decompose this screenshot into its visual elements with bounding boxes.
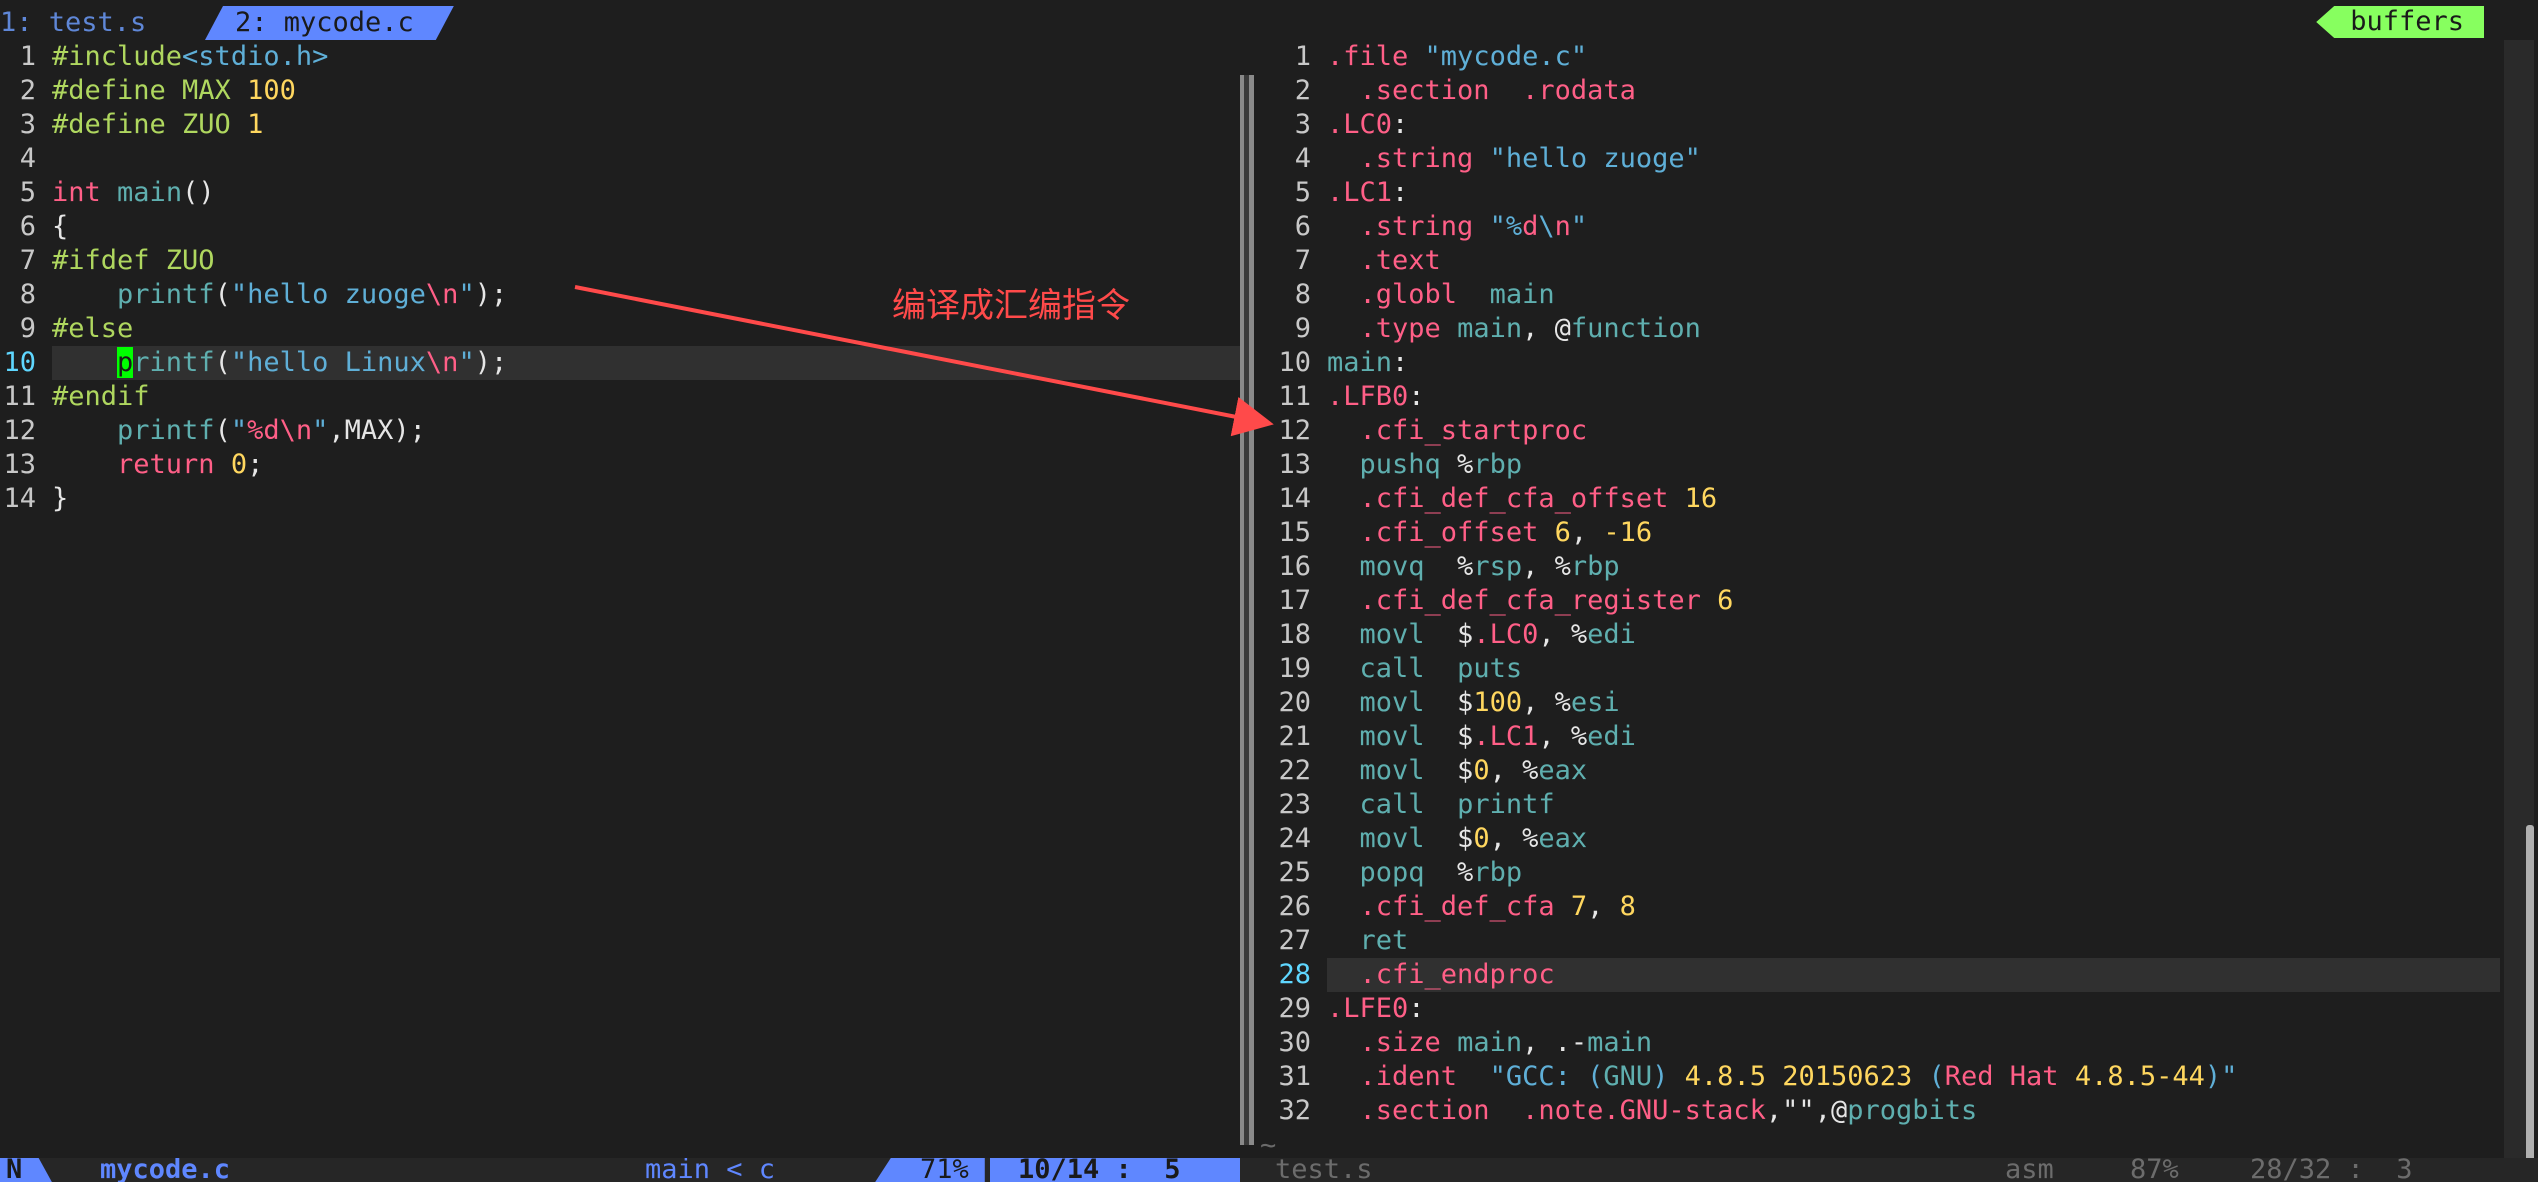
status-right-percent: 87% (2130, 1158, 2179, 1182)
status-right-filetype: asm (2005, 1158, 2054, 1182)
statusline: N mycode.c main < c 71% 10/14 : 5 test.s… (0, 1158, 2538, 1182)
status-position: 10/14 : 5 (990, 1158, 1240, 1182)
status-percent: 71% (870, 1158, 985, 1182)
mode-indicator: N (0, 1158, 56, 1182)
annotation-arrow (574, 285, 1274, 437)
status-filename: mycode.c (100, 1158, 231, 1182)
status-right-position: 28/32 : 3 (2250, 1158, 2413, 1182)
status-right-filename: test.s (1275, 1158, 1373, 1182)
status-function: main < c (645, 1158, 776, 1182)
